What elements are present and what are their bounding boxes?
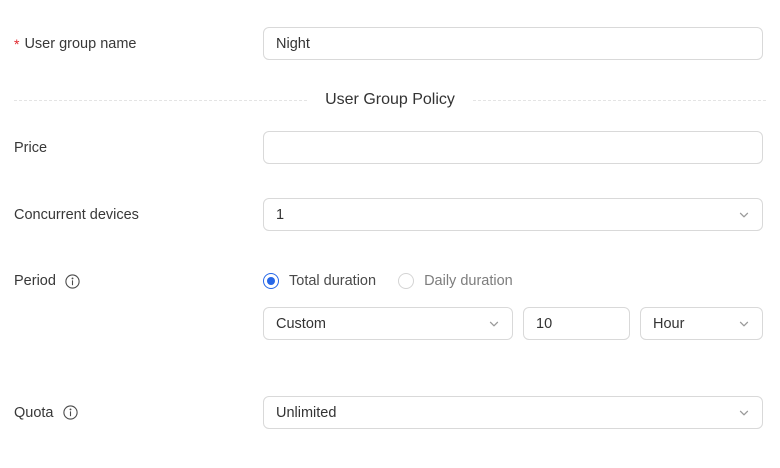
chevron-down-icon (738, 318, 750, 330)
period-mode-select[interactable]: Custom (263, 307, 513, 340)
radio-total-duration-label: Total duration (289, 273, 377, 289)
period-radio-group: Total duration Daily duration (263, 269, 763, 293)
user-group-form: * User group name User Group Policy Pric… (0, 27, 780, 468)
concurrent-devices-label: Concurrent devices (14, 206, 139, 223)
period-unit-select[interactable]: Hour (640, 307, 763, 340)
period-duration-controls: Custom Hour (263, 307, 763, 340)
radio-total-duration[interactable]: Total duration (263, 273, 376, 289)
required-asterisk: * (14, 35, 20, 52)
period-label: Period (14, 269, 263, 293)
chevron-down-icon (488, 318, 500, 330)
row-user-group-name: * User group name (0, 27, 780, 60)
quota-value: Unlimited (276, 404, 337, 421)
concurrent-devices-select[interactable]: 1 (263, 198, 763, 231)
period-duration-input[interactable] (523, 307, 630, 340)
period-label-text: Period (14, 273, 56, 289)
section-divider: User Group Policy (0, 89, 780, 111)
row-quota: Quota Unlimited (0, 396, 780, 429)
chevron-down-icon (738, 407, 750, 419)
chevron-down-icon (738, 209, 750, 221)
info-circle-icon[interactable] (65, 273, 80, 289)
radio-selected-icon (263, 273, 279, 289)
row-price: Price (0, 131, 780, 164)
user-group-name-input[interactable] (263, 27, 763, 60)
period-unit-value: Hour (653, 315, 685, 332)
radio-daily-duration[interactable]: Daily duration (398, 273, 513, 289)
concurrent-devices-value: 1 (276, 206, 285, 223)
radio-unselected-icon (398, 273, 415, 289)
quota-label: Quota (14, 405, 263, 421)
quota-label-text: Quota (14, 404, 54, 421)
quota-select[interactable]: Unlimited (263, 396, 763, 429)
section-title: User Group Policy (325, 91, 455, 108)
row-concurrent-devices: Concurrent devices 1 (0, 198, 780, 231)
user-group-name-label: * User group name (14, 36, 263, 52)
radio-daily-duration-label: Daily duration (424, 273, 513, 289)
price-label: Price (14, 139, 48, 156)
period-mode-value: Custom (276, 315, 326, 332)
row-period: Period Total duration Daily duration Cus… (0, 269, 780, 340)
price-input[interactable] (263, 131, 763, 164)
info-circle-icon[interactable] (62, 405, 78, 420)
user-group-name-label-text: User group name (24, 35, 137, 52)
